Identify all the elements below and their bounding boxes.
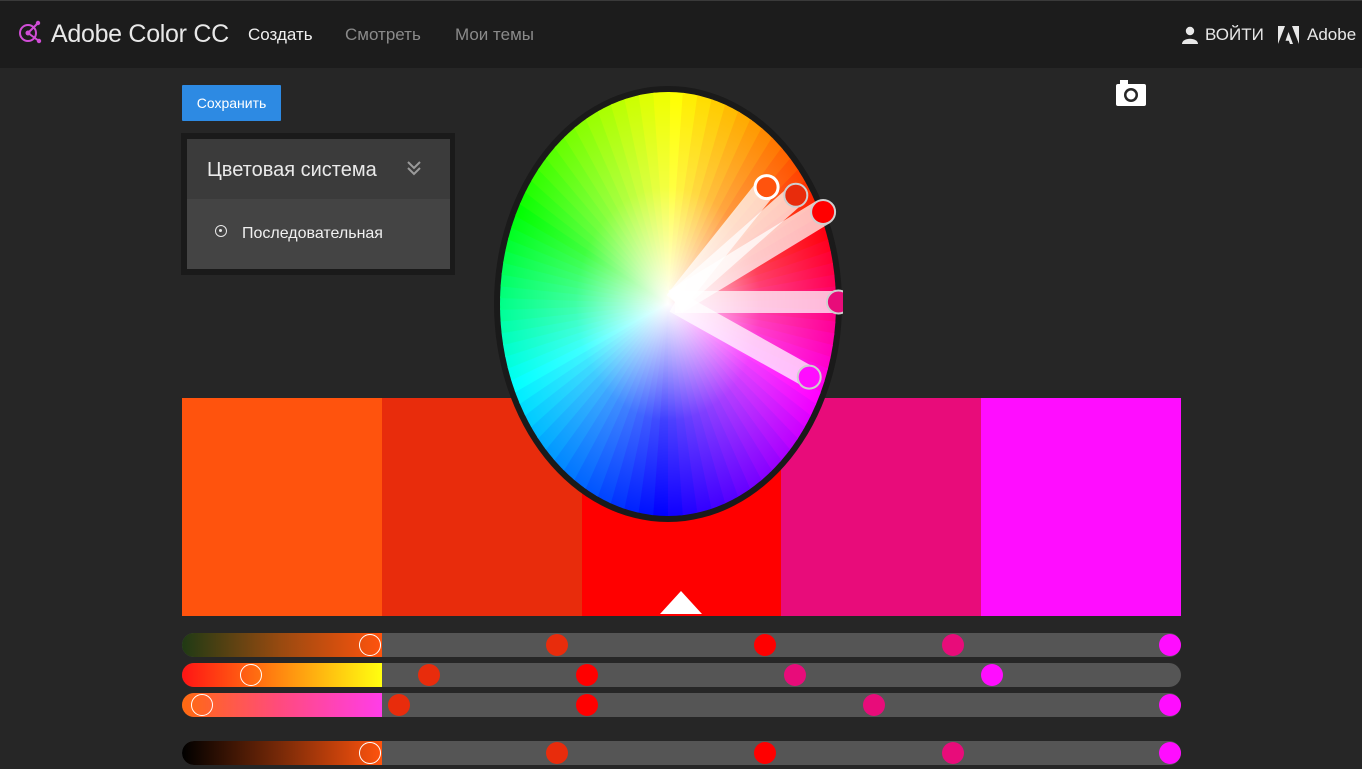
slider-knob[interactable] — [941, 634, 964, 656]
save-button[interactable]: Сохранить — [182, 85, 281, 121]
login-button[interactable]: ВОЙТИ — [1182, 25, 1264, 45]
color-swatch[interactable] — [182, 398, 382, 616]
wheel-color-handle[interactable] — [753, 174, 780, 201]
login-label: ВОЙТИ — [1205, 25, 1264, 44]
wheel-color-handle[interactable] — [825, 289, 843, 315]
slider-knob[interactable] — [783, 664, 806, 686]
user-icon — [1182, 26, 1198, 44]
nav-create[interactable]: Создать — [248, 25, 313, 45]
adobe-logo-icon — [1278, 26, 1299, 44]
logo[interactable]: Adobe Color CC — [18, 19, 229, 49]
slider-brightness[interactable] — [182, 693, 1181, 717]
slider-knob[interactable] — [1159, 694, 1181, 716]
slider-knob[interactable] — [358, 634, 381, 656]
slider-knob[interactable] — [546, 634, 569, 656]
slider-knob[interactable] — [1159, 634, 1181, 656]
slider-knob[interactable] — [358, 742, 381, 764]
camera-icon[interactable] — [1116, 80, 1146, 106]
slider-knob[interactable] — [576, 694, 599, 716]
slider-knob[interactable] — [240, 664, 263, 686]
radio-selected-icon — [215, 225, 227, 237]
slider-fill — [182, 663, 382, 687]
color-rule-label: Последовательная — [242, 225, 383, 242]
slider-value[interactable] — [182, 741, 1181, 765]
double-chevron-down-icon — [407, 161, 421, 176]
color-rule-option-selected[interactable]: Последовательная — [187, 199, 450, 269]
wheel-color-handle[interactable] — [810, 199, 837, 225]
color-rule-panel: Цветовая система Последовательная — [181, 133, 455, 275]
adobe-color-logo-icon — [19, 20, 42, 44]
slider-knob[interactable] — [546, 742, 569, 764]
slider-saturation[interactable] — [182, 663, 1181, 687]
slider-knob[interactable] — [388, 694, 411, 716]
color-swatch[interactable] — [981, 398, 1181, 616]
slider-hue[interactable] — [182, 633, 1181, 657]
slider-knob[interactable] — [753, 742, 776, 764]
slider-fill — [182, 741, 382, 765]
top-bar: Adobe Color CC Создать Смотреть Мои темы… — [0, 0, 1362, 68]
adobe-label: Adobe — [1307, 25, 1357, 44]
color-rule-dropdown[interactable]: Цветовая система — [187, 139, 450, 199]
nav-my-themes[interactable]: Мои темы — [455, 25, 534, 45]
nav-explore[interactable]: Смотреть — [345, 25, 421, 45]
slider-knob[interactable] — [576, 664, 599, 686]
slider-knob[interactable] — [190, 694, 213, 716]
slider-knob[interactable] — [753, 634, 776, 656]
selected-swatch-marker — [660, 591, 702, 614]
wheel-color-handle[interactable] — [796, 364, 822, 390]
color-wheel[interactable] — [493, 84, 843, 524]
slider-knob[interactable] — [981, 664, 1004, 686]
slider-knob[interactable] — [862, 694, 885, 716]
slider-fill — [182, 633, 382, 657]
brand-title: Adobe Color CC — [51, 19, 229, 48]
slider-knob[interactable] — [418, 664, 440, 686]
slider-knob[interactable] — [1159, 742, 1181, 764]
adobe-link[interactable]: Adobe — [1278, 25, 1356, 45]
color-rule-title: Цветовая система — [207, 159, 377, 181]
wheel-color-handle[interactable] — [783, 182, 809, 208]
slider-knob[interactable] — [941, 742, 964, 764]
